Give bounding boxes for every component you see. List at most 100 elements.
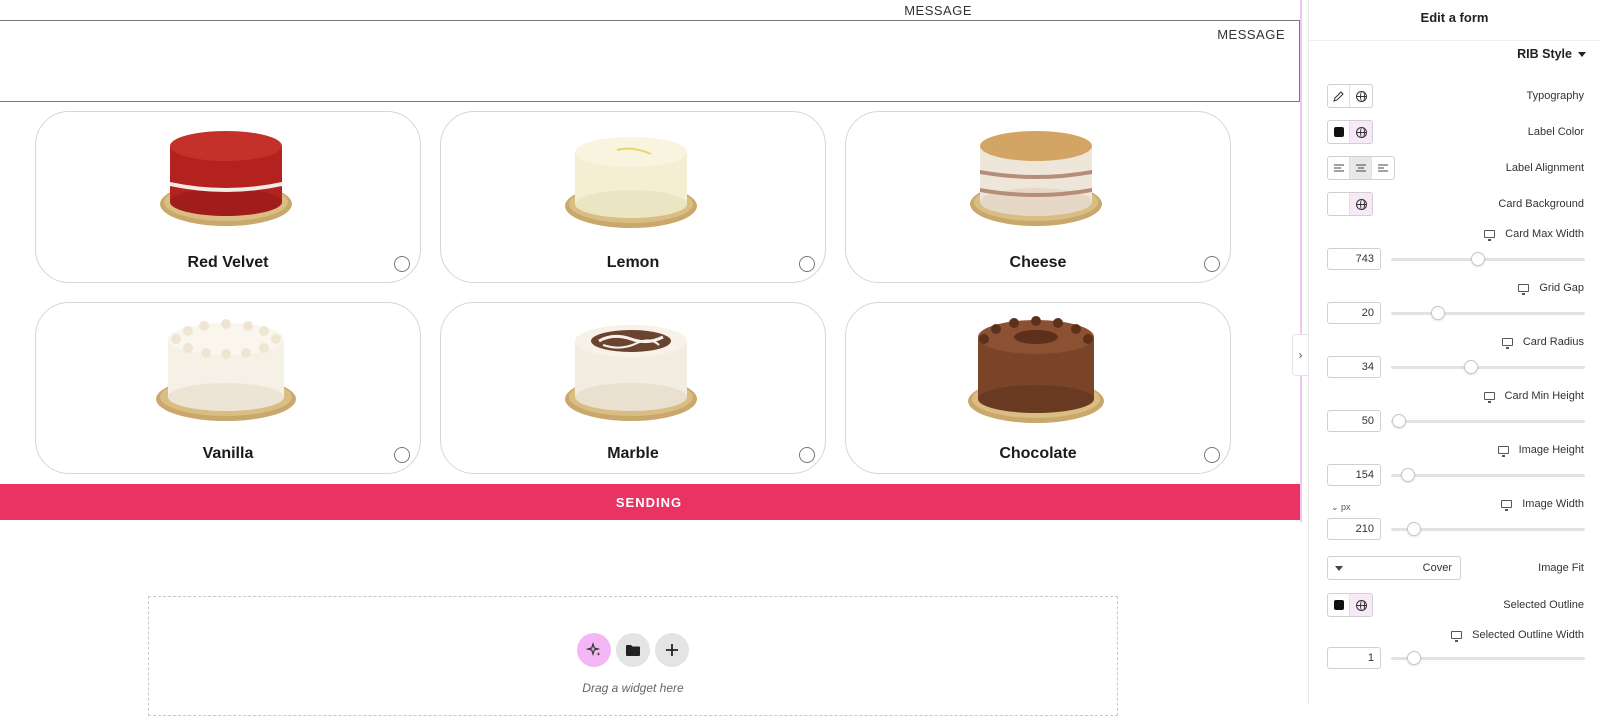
outline-color-swatch[interactable] [1328,594,1350,616]
slider-handle[interactable] [1391,414,1406,428]
label-alignment-label: Label Alignment [1505,162,1584,174]
section-rib-style[interactable]: RIB Style [1517,47,1586,61]
grid-gap-input[interactable]: 20 [1327,302,1381,324]
add-widget-button[interactable] [655,633,689,667]
folder-icon [626,645,640,656]
panel-divider [1309,40,1600,41]
color-swatch[interactable] [1328,121,1350,143]
desktop-icon [1483,392,1495,404]
unit-label: px [1341,502,1351,512]
cake-card-red-velvet[interactable]: Red Velvet [35,111,421,283]
editor-canvas: MESSAGE MESSAGE Red Velvet Lemon Cheese … [0,0,1302,716]
card-name: Marble [607,445,659,462]
message-textarea[interactable]: MESSAGE [0,20,1300,102]
vanilla-cake-image [156,319,296,421]
typography-controls [1327,84,1373,108]
slider-handle[interactable] [1471,252,1486,266]
selected-outline-width-input[interactable]: 1 [1327,647,1381,669]
cake-card-cheese[interactable]: Cheese [845,111,1231,283]
image-fit-select[interactable]: Cover [1327,556,1461,580]
dropdown-arrow-icon [1335,566,1343,571]
background-swatch[interactable] [1328,193,1350,215]
slider-handle[interactable] [1430,306,1445,320]
image-width-input[interactable]: 210 [1327,518,1381,540]
desktop-icon [1451,631,1463,643]
plus-icon [666,644,678,656]
card-name: Chocolate [999,445,1077,462]
card-min-height-slider[interactable] [1391,414,1585,428]
slider-handle[interactable] [1463,360,1478,374]
widget-drop-zone[interactable]: Drag a widget here [148,596,1118,716]
card-max-width-slider[interactable] [1391,252,1585,266]
ai-sparkle-button[interactable] [577,633,611,667]
card-radio[interactable] [394,256,410,272]
slider-handle[interactable] [1407,522,1422,536]
image-height-input[interactable]: 154 [1327,464,1381,486]
selected-outline-controls [1327,593,1373,617]
card-min-height-input[interactable]: 50 [1327,410,1381,432]
global-outline-icon[interactable] [1350,594,1372,616]
card-name: Vanilla [202,445,254,462]
chevron-right-icon: › [1298,348,1303,362]
caret-down-icon [1578,52,1586,58]
lemon-cake-image [565,137,697,228]
cheese-cake-image [970,131,1102,226]
slider-handle[interactable] [1401,468,1416,482]
card-radio[interactable] [799,256,815,272]
cake-card-chocolate[interactable]: Chocolate [845,302,1231,474]
label-alignment-controls [1327,156,1395,180]
align-center-icon[interactable] [1350,157,1372,179]
chocolate-cake-image [968,316,1104,423]
drop-zone-hint: Drag a widget here [582,681,684,695]
panel-title: Edit a form [1420,10,1489,25]
slider-handle[interactable] [1407,651,1422,665]
edit-pencil-icon[interactable] [1328,85,1350,107]
card-name: Red Velvet [187,254,269,271]
card-radius-slider[interactable] [1391,360,1585,374]
cake-card-lemon[interactable]: Lemon [440,111,826,283]
card-radio[interactable] [394,447,410,463]
global-style-icon[interactable] [1350,85,1372,107]
section-label: RIB Style [1517,47,1572,61]
selected-outline-width-slider[interactable] [1391,651,1585,665]
desktop-icon [1501,338,1513,350]
card-radio[interactable] [1204,447,1220,463]
unit-selector[interactable]: ⌄ px [1331,502,1351,513]
message-label: MESSAGE [904,3,972,18]
card-radius-input[interactable]: 34 [1327,356,1381,378]
desktop-icon [1501,500,1513,512]
card-radio[interactable] [799,447,815,463]
global-background-icon[interactable] [1350,193,1372,215]
template-folder-button[interactable] [616,633,650,667]
image-fit-value: Cover [1422,562,1452,574]
card-background-controls [1327,192,1373,216]
typography-label: Typography [1526,90,1584,102]
image-fit-label: Image Fit [1538,562,1584,574]
submit-button[interactable]: SENDING [0,484,1300,520]
card-name: Lemon [606,254,660,271]
card-background-label: Card Background [1498,198,1584,210]
card-radio[interactable] [1204,256,1220,272]
image-width-slider[interactable] [1391,522,1585,536]
grid-gap-slider[interactable] [1391,306,1585,320]
align-right-icon[interactable] [1372,157,1394,179]
card-min-height-label: Card Min Height [1483,390,1584,404]
card-radius-label: Card Radius [1501,336,1584,350]
image-height-label: Image Height [1497,444,1584,458]
selected-outline-label: Selected Outline [1503,599,1584,611]
desktop-icon [1484,230,1496,242]
card-max-width-label: Card Max Width [1484,228,1584,242]
label-color-label: Label Color [1527,126,1584,138]
grid-gap-label: Grid Gap [1518,282,1584,296]
cake-card-marble[interactable]: Marble [440,302,826,474]
collapse-panel-button[interactable]: › [1292,334,1308,376]
card-max-width-input[interactable]: 743 [1327,248,1381,270]
label-color-controls [1327,120,1373,144]
align-left-icon[interactable] [1328,157,1350,179]
sparkle-icon [586,642,601,656]
cake-card-vanilla[interactable]: Vanilla [35,302,421,474]
desktop-icon [1518,284,1530,296]
image-height-slider[interactable] [1391,468,1585,482]
global-color-icon[interactable] [1350,121,1372,143]
selected-outline-width-label: Selected Outline Width [1451,629,1584,643]
